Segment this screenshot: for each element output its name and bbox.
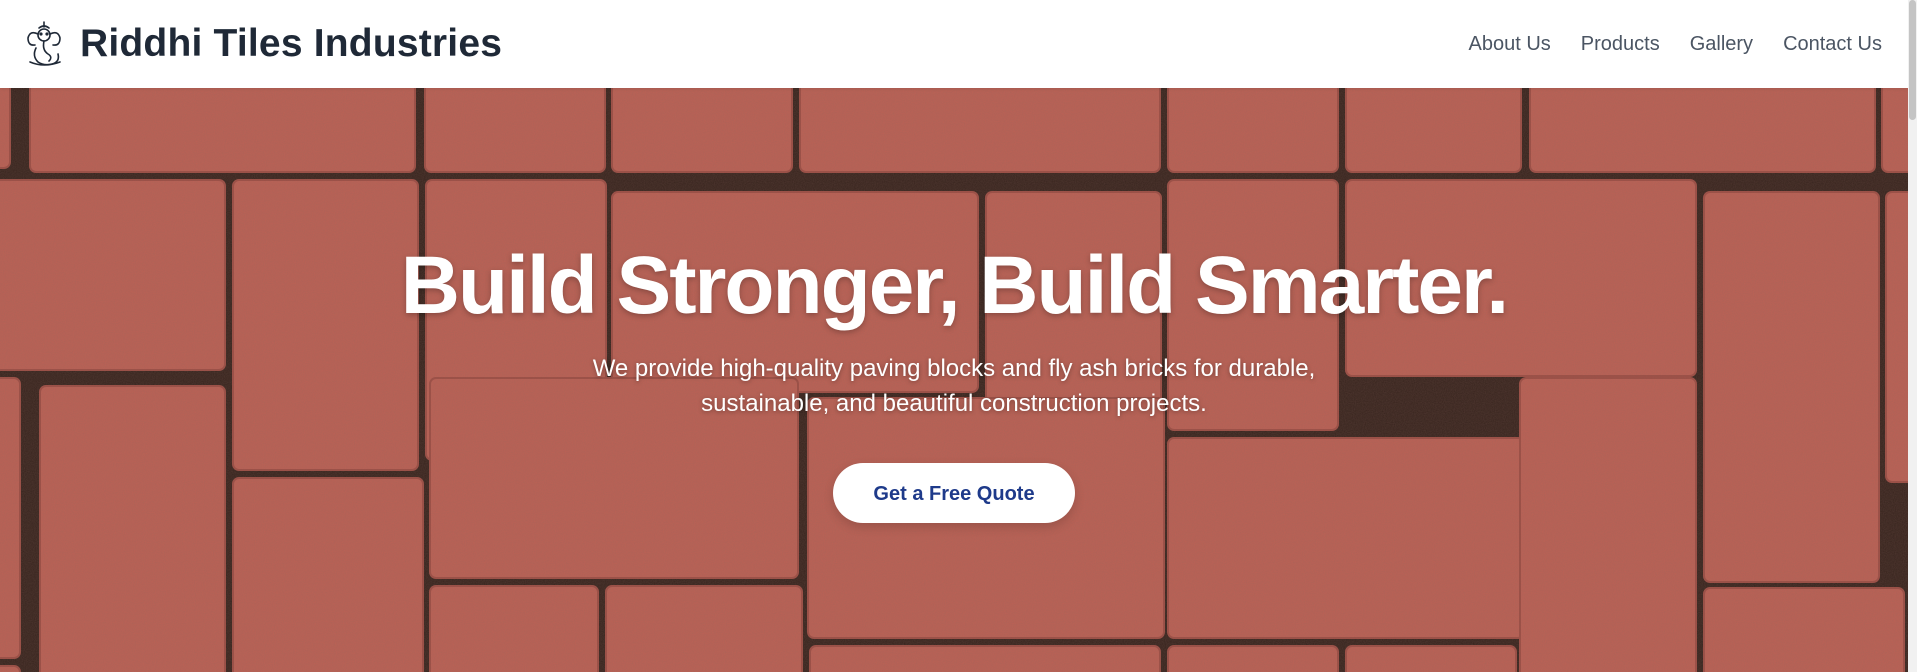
nav-contact-us[interactable]: Contact Us xyxy=(1783,33,1882,56)
page-scrollbar[interactable] xyxy=(1908,0,1917,672)
nav-gallery[interactable]: Gallery xyxy=(1690,33,1753,56)
hero-content: Build Stronger, Build Smarter. We provid… xyxy=(0,240,1908,524)
scrollbar-thumb[interactable] xyxy=(1909,0,1916,120)
hero-section: Build Stronger, Build Smarter. We provid… xyxy=(0,88,1908,672)
get-free-quote-button[interactable]: Get a Free Quote xyxy=(833,463,1075,524)
main-nav: About Us Products Gallery Contact Us xyxy=(1469,33,1883,56)
brand[interactable]: Riddhi Tiles Industries xyxy=(18,18,502,70)
hero-subtitle: We provide high-quality paving blocks an… xyxy=(592,355,1316,418)
brand-name: Riddhi Tiles Industries xyxy=(80,22,503,65)
ganesha-logo-icon xyxy=(27,21,61,66)
site-header: Riddhi Tiles Industries About Us Product… xyxy=(0,0,1908,88)
nav-about-us[interactable]: About Us xyxy=(1469,33,1551,56)
nav-products[interactable]: Products xyxy=(1581,33,1660,56)
hero-title: Build Stronger, Build Smarter. xyxy=(400,240,1509,331)
